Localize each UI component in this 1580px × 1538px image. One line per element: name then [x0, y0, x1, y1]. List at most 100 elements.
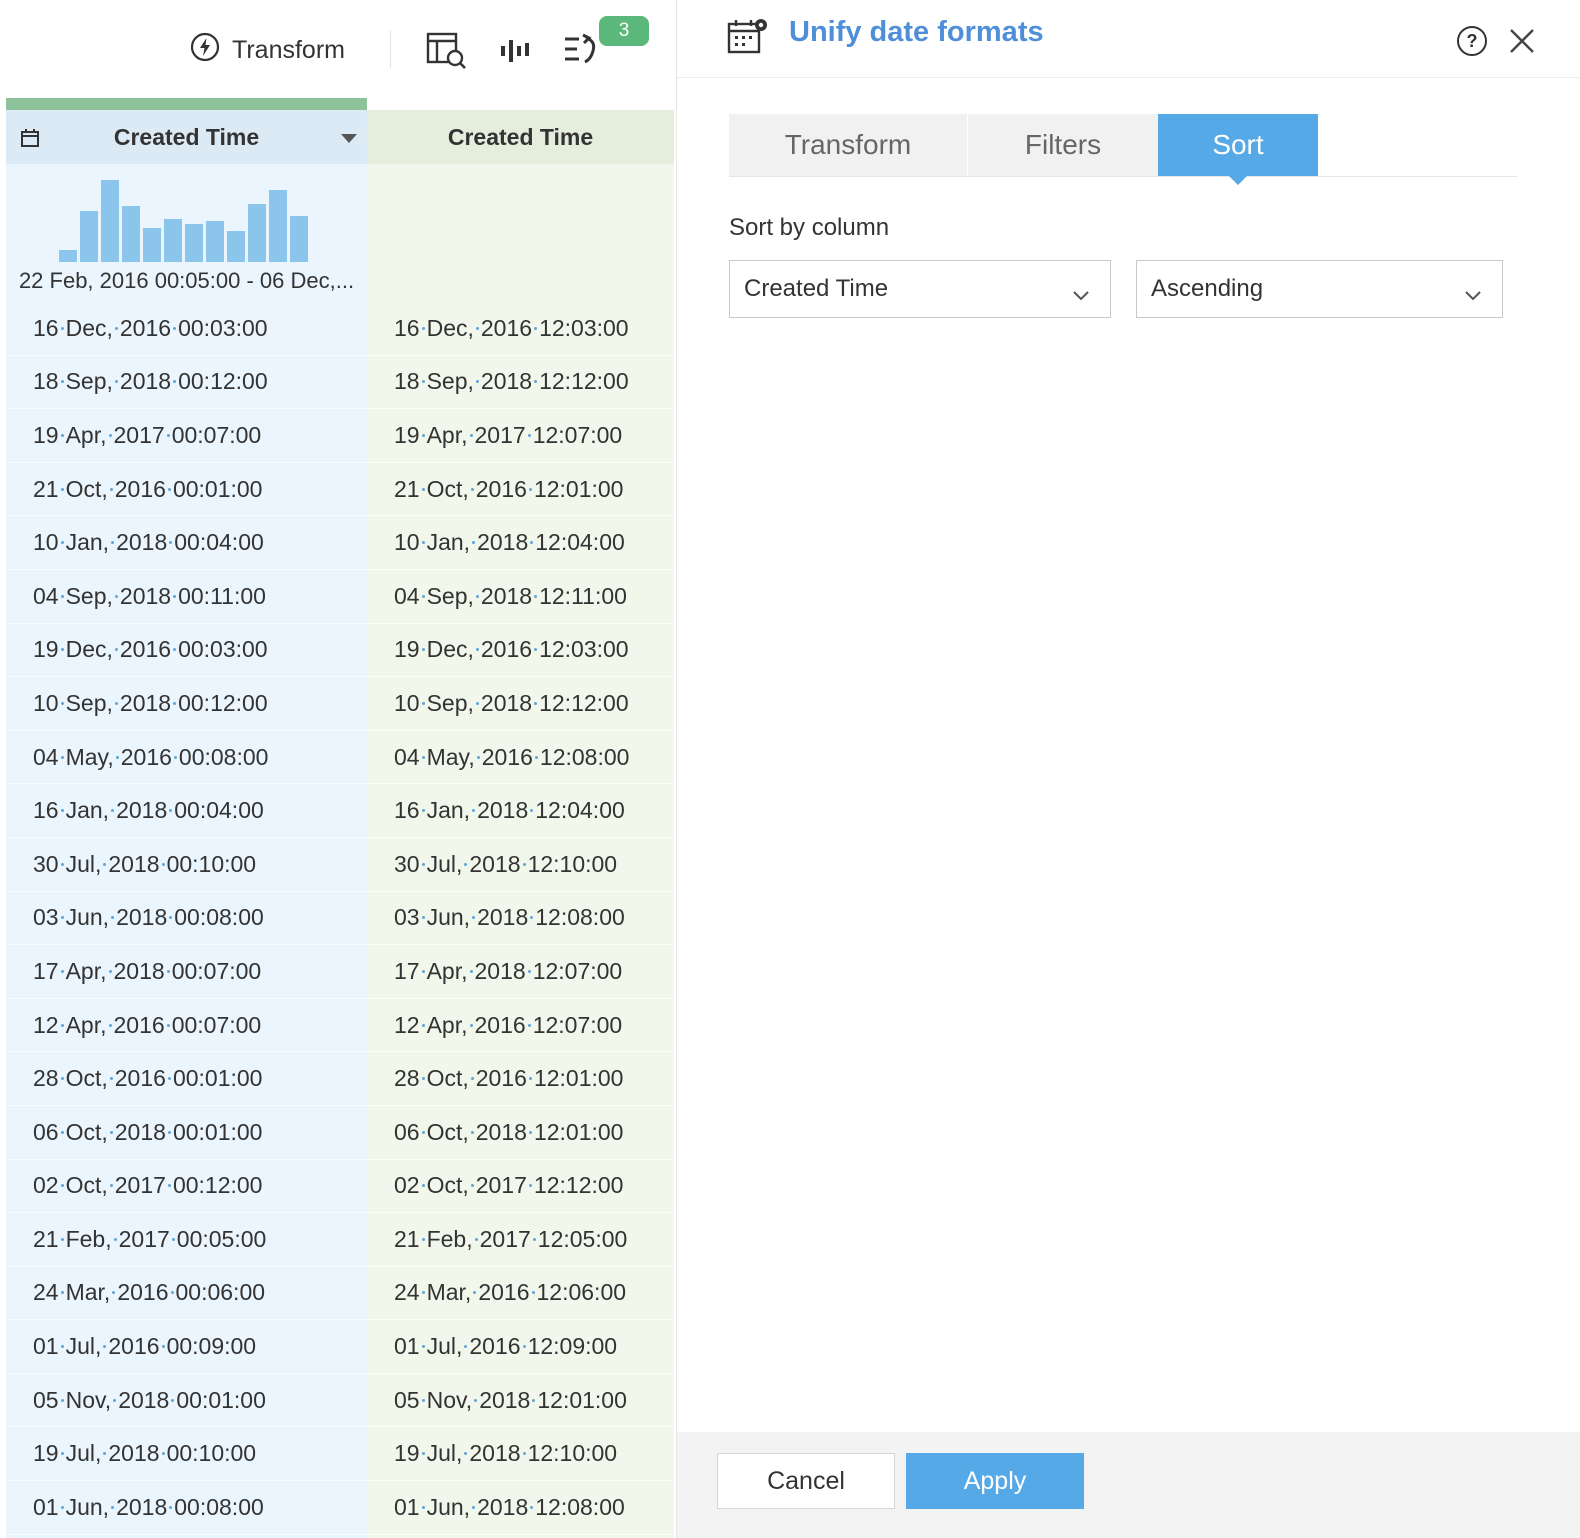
- tab-transform[interactable]: Transform: [729, 114, 967, 176]
- chevron-down-icon: [1072, 281, 1090, 309]
- table-cell[interactable]: 28 Oct, 2016 12:01:00: [367, 1052, 674, 1106]
- histogram-bar[interactable]: [269, 189, 287, 262]
- histogram-chart[interactable]: [59, 180, 308, 262]
- column-top-spacer: [367, 98, 674, 110]
- table-cell[interactable]: 05 Nov, 2018 00:01:00: [6, 1374, 367, 1428]
- table-cell[interactable]: 03 Jun, 2018 12:08:00: [367, 892, 674, 946]
- transform-button[interactable]: Transform: [190, 32, 345, 68]
- histogram-icon[interactable]: [494, 28, 538, 72]
- table-cell[interactable]: 17 Apr, 2018 12:07:00: [367, 945, 674, 999]
- transform-panel: Unify date formats ? Transform Filters S…: [676, 0, 1580, 1538]
- table-cell[interactable]: 06 Oct, 2018 00:01:00: [6, 1106, 367, 1160]
- close-icon[interactable]: [1505, 24, 1539, 58]
- table-cell[interactable]: 21 Feb, 2017 00:05:00: [6, 1213, 367, 1267]
- table-cell[interactable]: 04 May, 2016 12:08:00: [367, 731, 674, 785]
- table-cell[interactable]: 04 May, 2016 00:08:00: [6, 731, 367, 785]
- table-cell[interactable]: 02 Oct, 2017 12:12:00: [367, 1160, 674, 1214]
- table-cell[interactable]: 10 Jan, 2018 00:04:00: [6, 516, 367, 570]
- table-cell[interactable]: 19 Jul, 2018 12:10:00: [367, 1427, 674, 1482]
- column-header-label: Created Time: [447, 123, 594, 150]
- chevron-down-icon: [1464, 281, 1482, 309]
- histogram-bar[interactable]: [80, 211, 98, 262]
- steps-icon[interactable]: [558, 28, 602, 72]
- table-cell[interactable]: 30 Jul, 2018 12:10:00: [367, 838, 674, 892]
- table-cell[interactable]: 10 Jan, 2018 12:04:00: [367, 516, 674, 570]
- table-cell[interactable]: 28 Oct, 2016 00:01:00: [6, 1052, 367, 1106]
- column-rows: 16 Dec, 2016 00:03:00 18 Sep, 2018 00:12:00 19 Ap…: [6, 302, 367, 1535]
- column-profile: 22 Feb, 2016 00:05:00 - 06 Dec,...: [6, 164, 367, 302]
- table-cell[interactable]: 24 Mar, 2016 12:06:00: [367, 1267, 674, 1321]
- table-cell[interactable]: 16 Jan, 2018 00:04:00: [6, 784, 367, 838]
- column-created-time-original: Created Time 22 Feb, 2016 00:05:00 - 06 …: [6, 98, 367, 1538]
- histogram-bar[interactable]: [59, 249, 77, 262]
- panel-tabs: Transform Filters Sort: [729, 114, 1517, 185]
- table-cell[interactable]: 03 Jun, 2018 00:08:00: [6, 892, 367, 946]
- table-cell[interactable]: 24 Mar, 2016 00:06:00: [6, 1267, 367, 1321]
- histogram-bar[interactable]: [122, 206, 140, 262]
- table-cell[interactable]: 21 Oct, 2016 12:01:00: [367, 463, 674, 517]
- table-cell[interactable]: 05 Nov, 2018 12:01:00: [367, 1374, 674, 1428]
- table-cell[interactable]: 04 Sep, 2018 00:11:00: [6, 570, 367, 624]
- histogram-bar[interactable]: [164, 218, 182, 262]
- steps-count-badge: 3: [599, 16, 649, 46]
- tab-filters[interactable]: Filters: [968, 114, 1158, 176]
- column-header[interactable]: Created Time: [6, 110, 367, 164]
- calendar-icon: [20, 127, 40, 154]
- table-cell[interactable]: 12 Apr, 2016 12:07:00: [367, 999, 674, 1053]
- table-search-icon[interactable]: [424, 28, 468, 72]
- tab-sort[interactable]: Sort: [1158, 114, 1318, 185]
- table-cell[interactable]: 17 Apr, 2018 00:07:00: [6, 945, 367, 999]
- date-range-label: 22 Feb, 2016 00:05:00 - 06 Dec,...: [18, 268, 355, 293]
- caret-down-icon[interactable]: [341, 134, 357, 143]
- table-cell[interactable]: 19 Apr, 2017 12:07:00: [367, 409, 674, 463]
- table-cell[interactable]: 21 Feb, 2017 12:05:00: [367, 1213, 674, 1267]
- table-cell[interactable]: 01 Jun, 2018 00:08:00: [6, 1481, 367, 1535]
- column-header: Created Time: [367, 110, 674, 164]
- column-rows: 16 Dec, 2016 12:03:00 18 Sep, 2018 12:12:00 19 Ap…: [367, 302, 674, 1535]
- panel-header: Unify date formats ?: [677, 0, 1580, 78]
- histogram-bar[interactable]: [185, 224, 203, 262]
- table-cell[interactable]: 30 Jul, 2018 00:10:00: [6, 838, 367, 892]
- histogram-bar[interactable]: [248, 203, 266, 262]
- data-grid-area: Transform 3 Created Time 22 Feb, 2016 00…: [0, 0, 676, 1538]
- panel-title: Unify date formats: [789, 16, 1044, 48]
- table-cell[interactable]: 16 Jan, 2018 12:04:00: [367, 784, 674, 838]
- table-cell[interactable]: 18 Sep, 2018 00:12:00: [6, 356, 367, 410]
- grid-toolbar: Transform 3: [0, 0, 676, 100]
- histogram-bar[interactable]: [101, 180, 119, 262]
- table-cell[interactable]: 16 Dec, 2016 12:03:00: [367, 302, 674, 356]
- toolbar-divider: [390, 30, 391, 68]
- sort-order-select[interactable]: Ascending: [1136, 260, 1503, 318]
- table-cell[interactable]: 10 Sep, 2018 12:12:00: [367, 677, 674, 731]
- lightning-icon: [190, 32, 220, 69]
- table-cell[interactable]: 01 Jul, 2016 00:09:00: [6, 1320, 367, 1374]
- table-cell[interactable]: 19 Dec, 2016 12:03:00: [367, 624, 674, 678]
- table-cell[interactable]: 12 Apr, 2016 00:07:00: [6, 999, 367, 1053]
- table-cell[interactable]: 19 Dec, 2016 00:03:00: [6, 624, 367, 678]
- table-cell[interactable]: 16 Dec, 2016 00:03:00: [6, 302, 367, 356]
- table-cell[interactable]: 19 Jul, 2018 00:10:00: [6, 1427, 367, 1482]
- table-cell[interactable]: 19 Apr, 2017 00:07:00: [6, 409, 367, 463]
- column-profile-empty: [367, 164, 674, 302]
- table-cell[interactable]: 10 Sep, 2018 00:12:00: [6, 677, 367, 731]
- panel-footer: Cancel Apply: [677, 1432, 1580, 1538]
- histogram-bar[interactable]: [290, 216, 308, 262]
- table-cell[interactable]: 01 Jun, 2018 12:08:00: [367, 1481, 674, 1535]
- table-cell[interactable]: 06 Oct, 2018 12:01:00: [367, 1106, 674, 1160]
- table-cell[interactable]: 01 Jul, 2016 12:09:00: [367, 1320, 674, 1374]
- sort-column-select[interactable]: Created Time: [729, 260, 1111, 318]
- table-cell[interactable]: 21 Oct, 2016 00:01:00: [6, 463, 367, 517]
- cancel-button[interactable]: Cancel: [717, 1453, 895, 1509]
- sort-column-value: Created Time: [744, 275, 889, 302]
- histogram-bar[interactable]: [227, 230, 245, 262]
- table-cell[interactable]: 04 Sep, 2018 12:11:00: [367, 570, 674, 624]
- calendar-gear-icon: [727, 16, 771, 61]
- transform-label: Transform: [232, 35, 345, 64]
- sort-by-column-label: Sort by column: [729, 214, 890, 241]
- table-cell[interactable]: 02 Oct, 2017 00:12:00: [6, 1160, 367, 1214]
- table-cell[interactable]: 18 Sep, 2018 12:12:00: [367, 356, 674, 410]
- histogram-bar[interactable]: [143, 227, 161, 262]
- histogram-bar[interactable]: [206, 221, 224, 262]
- apply-button[interactable]: Apply: [906, 1453, 1084, 1509]
- help-icon[interactable]: ?: [1457, 26, 1487, 56]
